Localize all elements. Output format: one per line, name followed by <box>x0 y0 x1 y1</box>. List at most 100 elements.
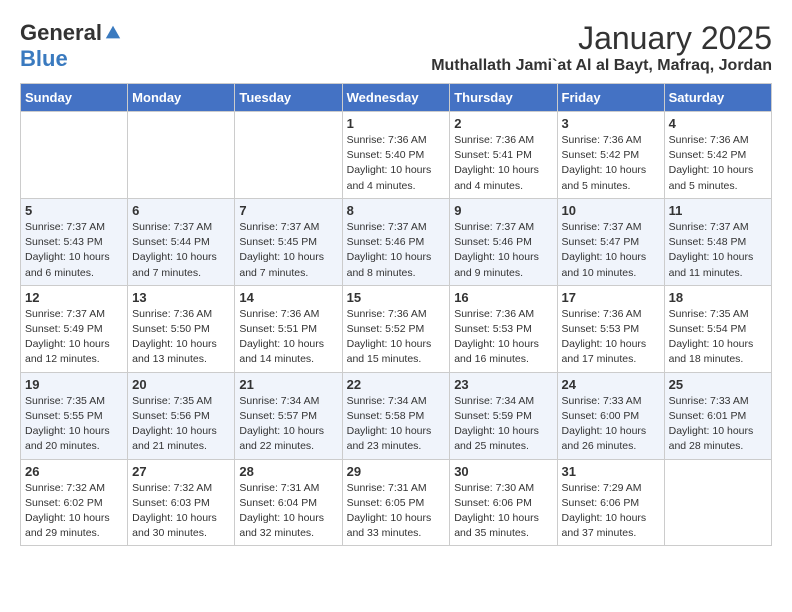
weekday-header-sunday: Sunday <box>21 84 128 112</box>
day-number: 23 <box>454 377 552 392</box>
calendar-cell: 11 Sunrise: 7:37 AMSunset: 5:48 PMDayligh… <box>664 198 771 285</box>
calendar-cell: 5 Sunrise: 7:37 AMSunset: 5:43 PMDaylight… <box>21 198 128 285</box>
weekday-header-saturday: Saturday <box>664 84 771 112</box>
day-number: 30 <box>454 464 552 479</box>
month-title: January 2025 <box>431 20 772 57</box>
weekday-header-wednesday: Wednesday <box>342 84 450 112</box>
day-info: Sunrise: 7:37 AMSunset: 5:43 PMDaylight:… <box>25 220 123 281</box>
day-info: Sunrise: 7:34 AMSunset: 5:58 PMDaylight:… <box>347 394 446 455</box>
day-info: Sunrise: 7:35 AMSunset: 5:54 PMDaylight:… <box>669 307 767 368</box>
page-header: General Blue January 2025 Muthallath Jam… <box>20 20 772 75</box>
calendar-cell: 8 Sunrise: 7:37 AMSunset: 5:46 PMDaylight… <box>342 198 450 285</box>
day-number: 25 <box>669 377 767 392</box>
day-info: Sunrise: 7:32 AMSunset: 6:03 PMDaylight:… <box>132 481 230 542</box>
day-info: Sunrise: 7:31 AMSunset: 6:04 PMDaylight:… <box>239 481 337 542</box>
location-title: Muthallath Jami`at Al al Bayt, Mafraq, J… <box>431 57 772 75</box>
day-number: 8 <box>347 203 446 218</box>
calendar-week-row: 26 Sunrise: 7:32 AMSunset: 6:02 PMDayligh… <box>21 459 772 546</box>
calendar-cell: 4Sunrise: 7:36 AMSunset: 5:42 PMDaylight… <box>664 112 771 199</box>
day-info: Sunrise: 7:37 AMSunset: 5:47 PMDaylight:… <box>562 220 660 281</box>
day-number: 31 <box>562 464 660 479</box>
day-info: Sunrise: 7:36 AMSunset: 5:40 PMDaylight:… <box>347 133 446 194</box>
calendar-cell: 1 Sunrise: 7:36 AMSunset: 5:40 PMDaylight… <box>342 112 450 199</box>
day-info: Sunrise: 7:36 AMSunset: 5:52 PMDaylight:… <box>347 307 446 368</box>
calendar-cell <box>664 459 771 546</box>
calendar-cell: 9Sunrise: 7:37 AMSunset: 5:46 PMDaylight… <box>450 198 557 285</box>
calendar-cell: 12 Sunrise: 7:37 AMSunset: 5:49 PMDayligh… <box>21 285 128 372</box>
calendar-cell: 28 Sunrise: 7:31 AMSunset: 6:04 PMDayligh… <box>235 459 342 546</box>
calendar-cell: 23 Sunrise: 7:34 AMSunset: 5:59 PMDayligh… <box>450 372 557 459</box>
calendar-cell: 18Sunrise: 7:35 AMSunset: 5:54 PMDayligh… <box>664 285 771 372</box>
day-info: Sunrise: 7:36 AMSunset: 5:50 PMDaylight:… <box>132 307 230 368</box>
calendar-cell: 21 Sunrise: 7:34 AMSunset: 5:57 PMDayligh… <box>235 372 342 459</box>
calendar-cell: 26 Sunrise: 7:32 AMSunset: 6:02 PMDayligh… <box>21 459 128 546</box>
calendar-cell: 14Sunrise: 7:36 AMSunset: 5:51 PMDayligh… <box>235 285 342 372</box>
day-info: Sunrise: 7:36 AMSunset: 5:41 PMDaylight:… <box>454 133 552 194</box>
day-number: 27 <box>132 464 230 479</box>
day-info: Sunrise: 7:33 AMSunset: 6:01 PMDaylight:… <box>669 394 767 455</box>
day-number: 26 <box>25 464 123 479</box>
day-info: Sunrise: 7:36 AMSunset: 5:53 PMDaylight:… <box>562 307 660 368</box>
day-number: 5 <box>25 203 123 218</box>
logo: General Blue <box>20 20 122 72</box>
day-number: 15 <box>347 290 446 305</box>
calendar-table: SundayMondayTuesdayWednesdayThursdayFrid… <box>20 83 772 546</box>
day-number: 10 <box>562 203 660 218</box>
day-number: 17 <box>562 290 660 305</box>
calendar-cell: 29 Sunrise: 7:31 AMSunset: 6:05 PMDayligh… <box>342 459 450 546</box>
calendar-cell: 17 Sunrise: 7:36 AMSunset: 5:53 PMDayligh… <box>557 285 664 372</box>
calendar-week-row: 5 Sunrise: 7:37 AMSunset: 5:43 PMDaylight… <box>21 198 772 285</box>
weekday-header-friday: Friday <box>557 84 664 112</box>
day-number: 6 <box>132 203 230 218</box>
day-number: 13 <box>132 290 230 305</box>
day-info: Sunrise: 7:31 AMSunset: 6:05 PMDaylight:… <box>347 481 446 542</box>
weekday-header-tuesday: Tuesday <box>235 84 342 112</box>
day-info: Sunrise: 7:37 AMSunset: 5:48 PMDaylight:… <box>669 220 767 281</box>
day-info: Sunrise: 7:29 AMSunset: 6:06 PMDaylight:… <box>562 481 660 542</box>
day-info: Sunrise: 7:37 AMSunset: 5:44 PMDaylight:… <box>132 220 230 281</box>
day-info: Sunrise: 7:36 AMSunset: 5:53 PMDaylight:… <box>454 307 552 368</box>
calendar-cell: 27 Sunrise: 7:32 AMSunset: 6:03 PMDayligh… <box>128 459 235 546</box>
day-number: 11 <box>669 203 767 218</box>
calendar-week-row: 19 Sunrise: 7:35 AMSunset: 5:55 PMDayligh… <box>21 372 772 459</box>
day-number: 28 <box>239 464 337 479</box>
day-info: Sunrise: 7:37 AMSunset: 5:46 PMDaylight:… <box>347 220 446 281</box>
day-info: Sunrise: 7:37 AMSunset: 5:45 PMDaylight:… <box>239 220 337 281</box>
day-number: 24 <box>562 377 660 392</box>
weekday-header-thursday: Thursday <box>450 84 557 112</box>
calendar-body: 1 Sunrise: 7:36 AMSunset: 5:40 PMDaylight… <box>21 112 772 546</box>
calendar-cell: 3Sunrise: 7:36 AMSunset: 5:42 PMDaylight… <box>557 112 664 199</box>
day-info: Sunrise: 7:37 AMSunset: 5:49 PMDaylight:… <box>25 307 123 368</box>
day-info: Sunrise: 7:34 AMSunset: 5:59 PMDaylight:… <box>454 394 552 455</box>
calendar-cell: 10 Sunrise: 7:37 AMSunset: 5:47 PMDayligh… <box>557 198 664 285</box>
calendar-cell: 16Sunrise: 7:36 AMSunset: 5:53 PMDayligh… <box>450 285 557 372</box>
day-number: 29 <box>347 464 446 479</box>
calendar-cell: 25 Sunrise: 7:33 AMSunset: 6:01 PMDayligh… <box>664 372 771 459</box>
day-info: Sunrise: 7:35 AMSunset: 5:55 PMDaylight:… <box>25 394 123 455</box>
calendar-cell: 7 Sunrise: 7:37 AMSunset: 5:45 PMDaylight… <box>235 198 342 285</box>
calendar-cell <box>235 112 342 199</box>
calendar-cell: 2 Sunrise: 7:36 AMSunset: 5:41 PMDaylight… <box>450 112 557 199</box>
day-number: 14 <box>239 290 337 305</box>
day-number: 21 <box>239 377 337 392</box>
day-info: Sunrise: 7:34 AMSunset: 5:57 PMDaylight:… <box>239 394 337 455</box>
calendar-cell: 31 Sunrise: 7:29 AMSunset: 6:06 PMDayligh… <box>557 459 664 546</box>
logo-triangle-icon <box>104 24 122 42</box>
calendar-cell: 22 Sunrise: 7:34 AMSunset: 5:58 PMDayligh… <box>342 372 450 459</box>
calendar-cell: 19 Sunrise: 7:35 AMSunset: 5:55 PMDayligh… <box>21 372 128 459</box>
day-number: 19 <box>25 377 123 392</box>
day-number: 9 <box>454 203 552 218</box>
weekday-row: SundayMondayTuesdayWednesdayThursdayFrid… <box>21 84 772 112</box>
day-number: 12 <box>25 290 123 305</box>
day-info: Sunrise: 7:32 AMSunset: 6:02 PMDaylight:… <box>25 481 123 542</box>
day-number: 7 <box>239 203 337 218</box>
day-number: 1 <box>347 116 446 131</box>
day-info: Sunrise: 7:36 AMSunset: 5:42 PMDaylight:… <box>669 133 767 194</box>
calendar-cell: 30Sunrise: 7:30 AMSunset: 6:06 PMDayligh… <box>450 459 557 546</box>
calendar-week-row: 12 Sunrise: 7:37 AMSunset: 5:49 PMDayligh… <box>21 285 772 372</box>
calendar-cell: 20Sunrise: 7:35 AMSunset: 5:56 PMDayligh… <box>128 372 235 459</box>
logo-general-text: General <box>20 20 102 46</box>
day-number: 2 <box>454 116 552 131</box>
calendar-cell: 13 Sunrise: 7:36 AMSunset: 5:50 PMDayligh… <box>128 285 235 372</box>
day-number: 22 <box>347 377 446 392</box>
